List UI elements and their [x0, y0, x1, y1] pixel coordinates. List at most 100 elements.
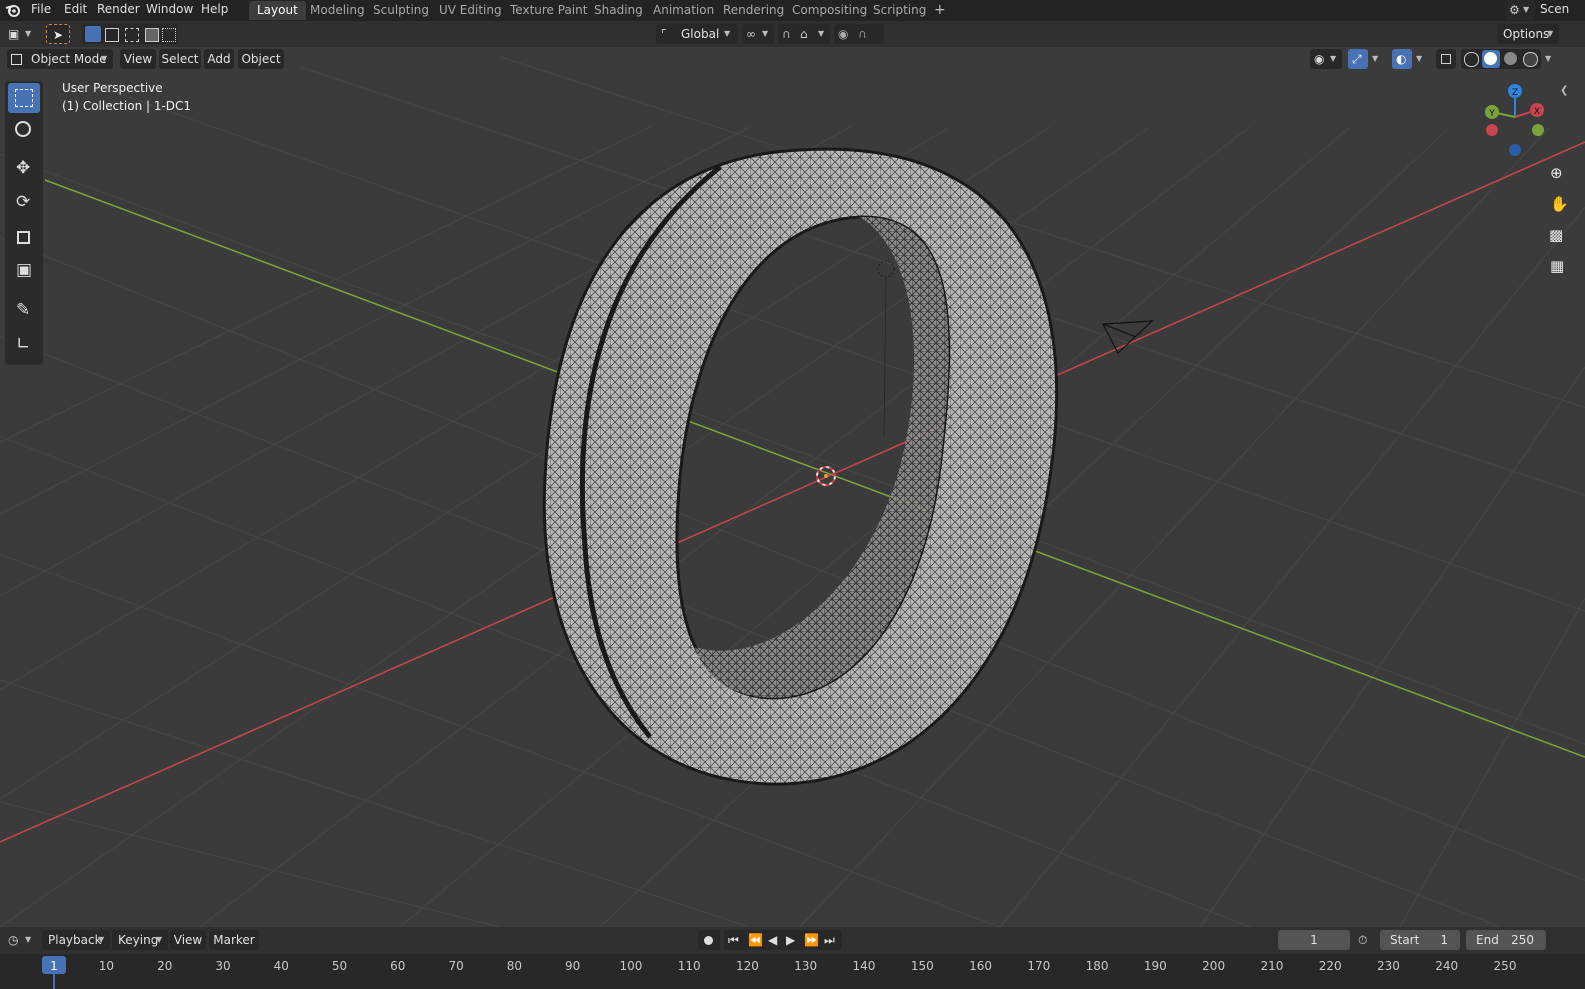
zoom-view-button[interactable]: ⊕: [1543, 160, 1571, 188]
editor-type-button[interactable]: ▣ ▼: [5, 24, 37, 44]
stopwatch-icon[interactable]: ⏱: [1358, 930, 1367, 950]
chevron-down-icon: ▼: [156, 935, 163, 944]
tab-texture-paint[interactable]: Texture Paint: [502, 1, 595, 20]
pivot-point-dropdown[interactable]: ∞ ▼: [742, 24, 774, 44]
menu-render[interactable]: Render: [97, 0, 140, 21]
menu-edit[interactable]: Edit: [64, 0, 87, 21]
timeline-header: ◷ ▼ Playback ▼ Keying ▼ View Marker ⏮ ⏪ …: [0, 927, 1585, 953]
menu-help[interactable]: Help: [201, 0, 228, 21]
object-mode-dropdown[interactable]: Object Mode ▼: [7, 49, 113, 69]
tool-measure[interactable]: ∟: [8, 332, 40, 362]
chevron-down-icon: ▼: [724, 29, 731, 38]
shading-mode-group: [1461, 49, 1541, 69]
viewport-menu-select[interactable]: Select: [159, 49, 201, 69]
current-frame-field[interactable]: 1: [1278, 930, 1350, 950]
chevron-down-icon: ▼: [98, 935, 105, 944]
wireframe-shading-icon[interactable]: [1464, 52, 1479, 67]
next-keyframe-icon[interactable]: ⏩: [804, 930, 819, 950]
gizmo-x-label: X: [1534, 107, 1540, 117]
cursor-icon: [15, 121, 31, 137]
menu-window[interactable]: Window: [146, 0, 193, 21]
tool-select-box[interactable]: [8, 83, 40, 113]
chevron-down-icon[interactable]: ▼: [1372, 49, 1378, 69]
3d-viewport-icon: ▣: [8, 27, 20, 41]
add-workspace-button[interactable]: +: [926, 1, 954, 20]
select-intersect-icon[interactable]: [162, 28, 176, 42]
select-box-tool-button[interactable]: ➤: [46, 24, 70, 44]
auto-keying-button[interactable]: [698, 930, 720, 950]
tab-animation[interactable]: Animation: [645, 1, 722, 20]
tool-rotate[interactable]: ⟳: [8, 190, 40, 220]
tab-modeling[interactable]: Modeling: [302, 1, 373, 20]
start-label: Start: [1390, 933, 1420, 947]
end-frame-field[interactable]: End 250: [1466, 930, 1546, 950]
jump-end-icon[interactable]: ⏭: [824, 930, 835, 950]
tool-cursor[interactable]: [8, 116, 40, 146]
play-icon[interactable]: ▶: [786, 930, 795, 950]
falloff-curve-icon: ∩: [858, 27, 867, 41]
snapping-controls[interactable]: ∩ ⌂ ▼: [778, 24, 830, 44]
material-shading-icon[interactable]: [1504, 52, 1517, 65]
frame-tick-label: 70: [448, 959, 464, 973]
viewport-menu-object[interactable]: Object: [238, 49, 284, 69]
chevron-down-icon: ▼: [762, 29, 769, 38]
options-dropdown[interactable]: Options ▼: [1497, 24, 1559, 44]
select-box-icon: [15, 89, 33, 107]
chevron-down-icon: ▼: [1330, 54, 1337, 63]
select-new-icon[interactable]: [85, 26, 101, 42]
start-frame-field[interactable]: Start 1: [1380, 930, 1460, 950]
tab-compositing[interactable]: Compositing: [784, 1, 875, 20]
transform-orientation-dropdown[interactable]: ⌜ Global ▼: [656, 24, 738, 44]
toggle-perspective-button[interactable]: ▦: [1543, 253, 1571, 281]
frame-tick-label: 250: [1493, 959, 1517, 973]
tab-scripting[interactable]: Scripting: [865, 1, 934, 20]
chevron-down-icon: ▼: [101, 54, 108, 63]
gizmo-toggle-button[interactable]: ⤢: [1348, 49, 1368, 69]
blender-logo-icon[interactable]: [5, 2, 21, 18]
menu-file[interactable]: File: [31, 0, 51, 21]
scene-selector-button[interactable]: ⚙ ▼: [1505, 0, 1535, 20]
end-label: End: [1476, 933, 1499, 947]
overlays-toggle-button[interactable]: ◐: [1392, 49, 1412, 69]
camera-view-button[interactable]: ▩: [1543, 222, 1571, 250]
tool-transform[interactable]: ▣: [8, 258, 40, 288]
3d-viewport[interactable]: Object Mode ▼ View Select Add Object ◉ ▼…: [0, 47, 1585, 927]
tool-scale[interactable]: [8, 224, 40, 254]
xray-toggle-button[interactable]: [1436, 49, 1456, 69]
timeline-menu-marker[interactable]: Marker: [209, 930, 259, 950]
prev-keyframe-icon[interactable]: ⏪: [748, 930, 763, 950]
rendered-shading-icon[interactable]: [1523, 52, 1538, 67]
tab-layout[interactable]: Layout: [249, 1, 306, 20]
select-invert-icon[interactable]: [145, 28, 159, 42]
timeline-menu-keying[interactable]: Keying ▼: [112, 930, 168, 950]
tab-shading[interactable]: Shading: [586, 1, 651, 20]
jump-start-icon[interactable]: ⏮: [728, 930, 739, 950]
tab-sculpting[interactable]: Sculpting: [365, 1, 437, 20]
scene-name[interactable]: Scen: [1540, 0, 1569, 21]
tool-annotate[interactable]: ✎: [8, 298, 40, 328]
frame-tick-label: 240: [1435, 959, 1459, 973]
tab-uv-editing[interactable]: UV Editing: [431, 1, 510, 20]
frame-tick-label: 190: [1143, 959, 1167, 973]
select-subtract-icon[interactable]: [125, 28, 139, 42]
pan-view-button[interactable]: ✋: [1543, 191, 1571, 219]
chevron-down-icon[interactable]: ▼: [1545, 49, 1551, 69]
chevron-down-icon[interactable]: ▼: [1416, 49, 1422, 69]
timeline-ruler[interactable]: 1 10 20 30 40 50 60 70 80 90 100 110 120 130 140 150 160…: [0, 954, 1585, 989]
timeline-editor-type-button[interactable]: ◷ ▼: [5, 930, 37, 950]
viewport-menu-add[interactable]: Add: [204, 49, 234, 69]
timeline-menu-playback[interactable]: Playback ▼: [42, 930, 110, 950]
play-reverse-icon[interactable]: ◀: [768, 930, 777, 950]
sidebar-toggle-icon[interactable]: ❮: [1560, 85, 1568, 96]
viewport-menu-view[interactable]: View: [120, 49, 156, 69]
navigation-gizmo[interactable]: Z X Y: [1480, 77, 1550, 157]
timeline-menu-view[interactable]: View: [170, 930, 206, 950]
proportional-editing-controls[interactable]: ◉ ∩: [834, 24, 884, 44]
transform-icon: ▣: [16, 260, 33, 280]
tool-move[interactable]: ✥: [8, 156, 40, 186]
top-bar: File Edit Render Window Help Layout Mode…: [0, 0, 1585, 21]
solid-shading-icon[interactable]: [1482, 50, 1500, 68]
visibility-dropdown[interactable]: ◉ ▼: [1310, 49, 1342, 69]
select-extend-icon[interactable]: [105, 28, 119, 42]
tab-rendering[interactable]: Rendering: [715, 1, 792, 20]
